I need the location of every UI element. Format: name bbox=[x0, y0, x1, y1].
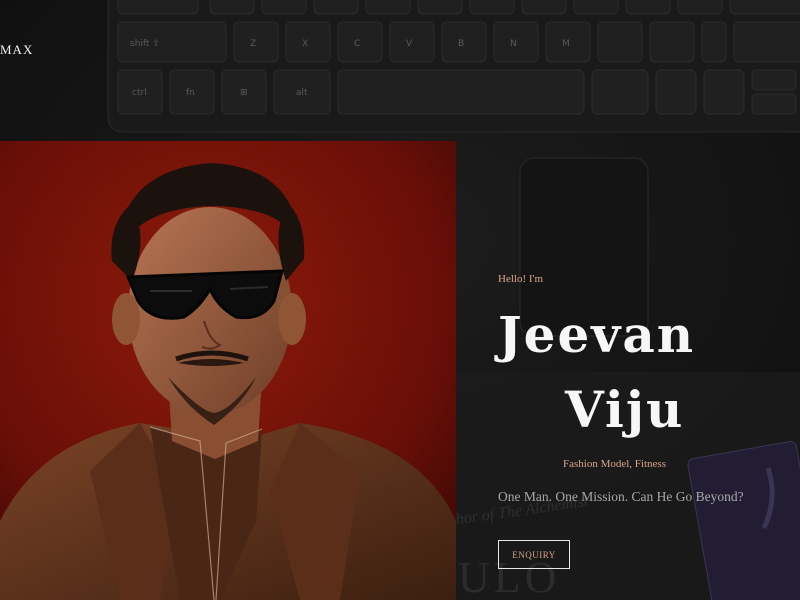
svg-text:V: V bbox=[406, 39, 413, 49]
svg-text:alt: alt bbox=[296, 88, 308, 98]
hero-first-name: Jeevan bbox=[498, 305, 696, 364]
svg-text:ctrl: ctrl bbox=[132, 88, 147, 98]
svg-text:B: B bbox=[458, 39, 464, 49]
hero-tagline: One Man. One Mission. Can He Go Beyond? bbox=[498, 489, 744, 504]
svg-text:C: C bbox=[354, 39, 360, 49]
hero-portrait-photo bbox=[0, 141, 456, 600]
svg-text:⊞: ⊞ bbox=[240, 88, 248, 98]
enquiry-button[interactable]: ENQUIRY bbox=[498, 540, 570, 569]
hero-role: Fashion Model, Fitness bbox=[563, 458, 666, 470]
svg-text:Z: Z bbox=[250, 39, 256, 49]
svg-text:N: N bbox=[510, 39, 517, 49]
svg-text:fn: fn bbox=[186, 88, 195, 98]
svg-text:X: X bbox=[302, 39, 308, 49]
hero-last-name: Viju bbox=[565, 380, 685, 439]
hero-greeting: Hello! I'm bbox=[498, 273, 544, 285]
svg-text:M: M bbox=[562, 39, 570, 49]
svg-text:shift ⇧: shift ⇧ bbox=[130, 39, 160, 49]
brand-logo[interactable]: MAX bbox=[0, 42, 33, 58]
